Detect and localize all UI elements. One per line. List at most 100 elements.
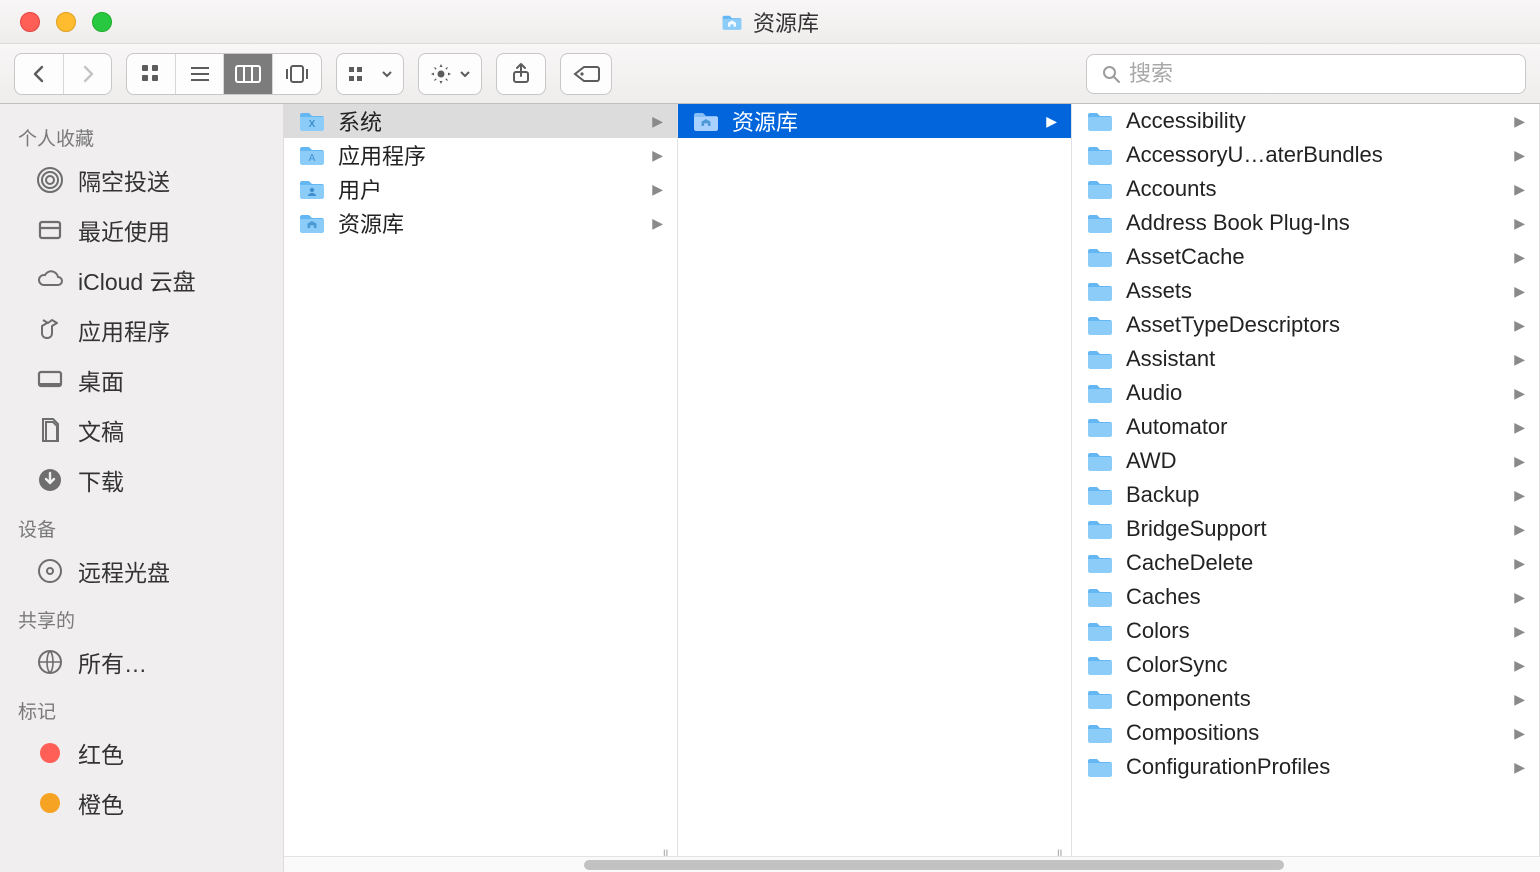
file-label: 资源库	[732, 105, 1034, 137]
file-row[interactable]: ColorSync▶	[1072, 648, 1539, 682]
chevron-right-icon: ▶	[1514, 419, 1525, 436]
file-label: 应用程序	[338, 139, 640, 171]
folder-icon	[1086, 483, 1114, 507]
share-button[interactable]	[497, 54, 545, 94]
chevron-right-icon: ▶	[1514, 623, 1525, 640]
file-row[interactable]: Compositions▶	[1072, 716, 1539, 750]
file-label: Components	[1126, 686, 1502, 712]
file-label: Caches	[1126, 584, 1502, 610]
file-row[interactable]: Assistant▶	[1072, 342, 1539, 376]
folder-icon	[1086, 687, 1114, 711]
sidebar-item[interactable]: 最近使用	[0, 205, 283, 255]
column-1[interactable]: X系统▶A应用程序▶用户▶资源库▶‖	[284, 104, 678, 872]
file-label: Assets	[1126, 278, 1502, 304]
file-row[interactable]: Accessibility▶	[1072, 104, 1539, 138]
traffic-lights	[20, 12, 112, 32]
action-button[interactable]	[419, 54, 481, 94]
file-row[interactable]: Audio▶	[1072, 376, 1539, 410]
icon-view-button[interactable]	[127, 54, 175, 94]
file-row[interactable]: 资源库 ▶	[678, 104, 1071, 138]
forward-button[interactable]	[63, 54, 111, 94]
file-row[interactable]: AssetCache▶	[1072, 240, 1539, 274]
sidebar-section-title: 标记	[0, 687, 283, 728]
file-row[interactable]: Address Book Plug-Ins▶	[1072, 206, 1539, 240]
sidebar-item[interactable]: 红色	[0, 728, 283, 778]
file-row[interactable]: AccessoryU…aterBundles▶	[1072, 138, 1539, 172]
svg-text:X: X	[309, 119, 316, 130]
sidebar-item[interactable]: 远程光盘	[0, 546, 283, 596]
chevron-right-icon: ▶	[1514, 113, 1525, 130]
sidebar-item[interactable]: 下载	[0, 455, 283, 505]
folder-icon	[1086, 245, 1114, 269]
folder-icon	[1086, 517, 1114, 541]
folder-icon	[1086, 347, 1114, 371]
sidebar-item[interactable]: 文稿	[0, 405, 283, 455]
scrollbar-thumb[interactable]	[584, 860, 1284, 870]
finder-window: 资源库	[0, 0, 1540, 872]
file-label: AccessoryU…aterBundles	[1126, 142, 1502, 168]
file-row[interactable]: BridgeSupport▶	[1072, 512, 1539, 546]
file-row[interactable]: CacheDelete▶	[1072, 546, 1539, 580]
sidebar-item[interactable]: iCloud 云盘	[0, 255, 283, 305]
sidebar-item-label: iCloud 云盘	[78, 263, 196, 297]
file-row[interactable]: Caches ▶	[1072, 580, 1539, 614]
sidebar-item-label: 最近使用	[78, 213, 170, 247]
sidebar-item[interactable]: 所有…	[0, 637, 283, 687]
gallery-view-button[interactable]	[272, 54, 321, 94]
airdrop-icon	[34, 164, 66, 196]
chevron-right-icon: ▶	[1514, 725, 1525, 742]
folder-icon	[1086, 619, 1114, 643]
file-row[interactable]: ConfigurationProfiles▶	[1072, 750, 1539, 784]
folder-icon	[692, 109, 720, 133]
column-3[interactable]: Accessibility▶AccessoryU…aterBundles▶Acc…	[1072, 104, 1540, 872]
svg-text:A: A	[309, 153, 316, 164]
chevron-right-icon: ▶	[1514, 589, 1525, 606]
file-label: ConfigurationProfiles	[1126, 754, 1502, 780]
column-2[interactable]: 资源库▶‖	[678, 104, 1072, 872]
file-row[interactable]: Backup▶	[1072, 478, 1539, 512]
sidebar[interactable]: 个人收藏隔空投送最近使用iCloud 云盘应用程序桌面文稿下载设备远程光盘共享的…	[0, 104, 284, 872]
chevron-right-icon: ▶	[652, 147, 663, 164]
chevron-right-icon: ▶	[1514, 385, 1525, 402]
folder-icon	[298, 211, 326, 235]
chevron-right-icon: ▶	[1514, 487, 1525, 504]
file-row[interactable]: AssetTypeDescriptors▶	[1072, 308, 1539, 342]
horizontal-scrollbar[interactable]	[284, 856, 1540, 872]
file-row[interactable]: AWD▶	[1072, 444, 1539, 478]
minimize-window-button[interactable]	[56, 12, 76, 32]
file-row[interactable]: 用户▶	[284, 172, 677, 206]
tags-button[interactable]	[561, 54, 611, 94]
file-row[interactable]: Accounts▶	[1072, 172, 1539, 206]
sidebar-item[interactable]: 橙色	[0, 778, 283, 828]
file-row[interactable]: Colors▶	[1072, 614, 1539, 648]
column-view-button[interactable]	[223, 54, 272, 94]
file-row[interactable]: Assets▶	[1072, 274, 1539, 308]
search-field[interactable]	[1086, 54, 1526, 94]
file-label: BridgeSupport	[1126, 516, 1502, 542]
file-label: Automator	[1126, 414, 1502, 440]
sidebar-item[interactable]: 隔空投送	[0, 155, 283, 205]
folder-icon	[1086, 381, 1114, 405]
file-row[interactable]: Automator ▶	[1072, 410, 1539, 444]
desktop-icon	[34, 364, 66, 396]
back-button[interactable]	[15, 54, 63, 94]
chevron-right-icon: ▶	[1046, 113, 1057, 130]
maximize-window-button[interactable]	[92, 12, 112, 32]
chevron-right-icon: ▶	[1514, 215, 1525, 232]
sidebar-item-label: 远程光盘	[78, 554, 170, 588]
sidebar-item[interactable]: 应用程序	[0, 305, 283, 355]
close-window-button[interactable]	[20, 12, 40, 32]
file-row[interactable]: Components▶	[1072, 682, 1539, 716]
file-label: AssetTypeDescriptors	[1126, 312, 1502, 338]
file-row[interactable]: 资源库▶	[284, 206, 677, 240]
file-row[interactable]: X系统▶	[284, 104, 677, 138]
file-row[interactable]: A 应用程序 ▶	[284, 138, 677, 172]
sidebar-item-label: 橙色	[78, 786, 124, 820]
chevron-right-icon: ▶	[1514, 351, 1525, 368]
search-input[interactable]	[1129, 61, 1511, 87]
folder-icon	[1086, 109, 1114, 133]
sidebar-item[interactable]: 桌面	[0, 355, 283, 405]
chevron-right-icon: ▶	[1514, 453, 1525, 470]
group-by-button[interactable]	[337, 54, 403, 94]
list-view-button[interactable]	[175, 54, 223, 94]
